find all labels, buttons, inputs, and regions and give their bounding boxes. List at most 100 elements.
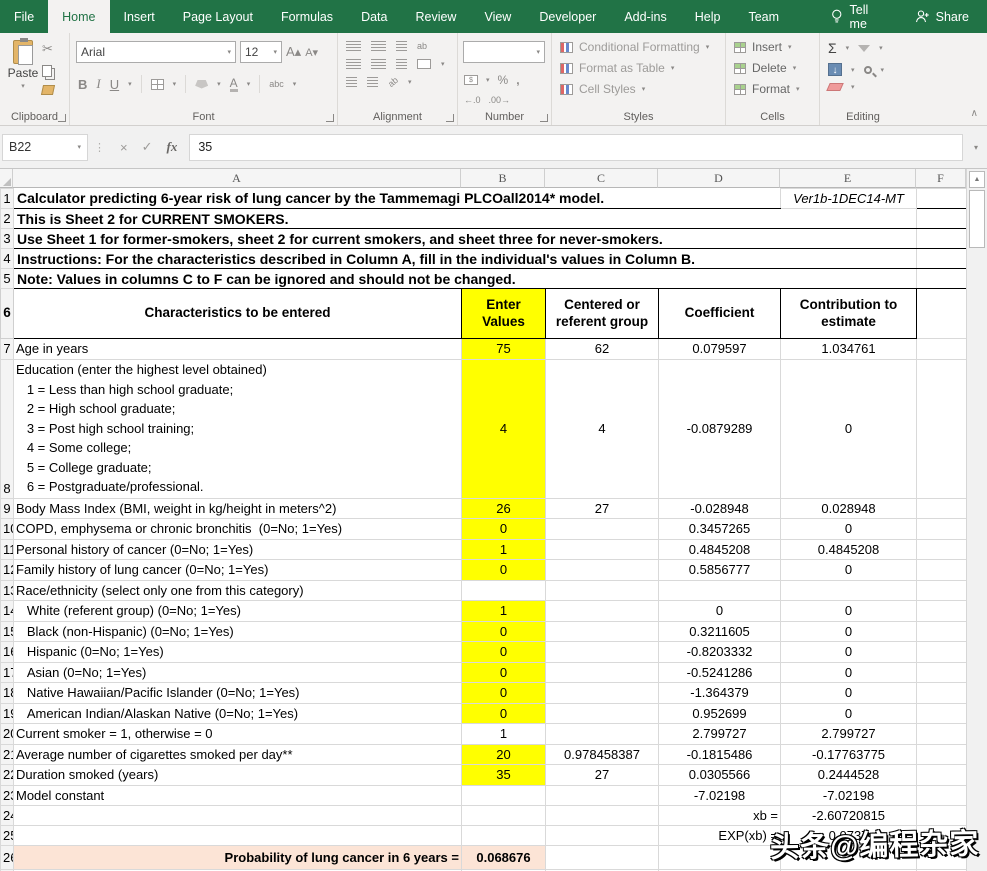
cell-coefficient[interactable]: 0.952699 (657, 702, 782, 724)
header-characteristics[interactable]: Characteristics to be entered (13, 288, 462, 339)
ribbon-tab[interactable]: Team (734, 0, 793, 33)
cell-characteristic[interactable]: White (referent group) (0=No; 1=Yes) (13, 600, 462, 622)
cell-contribution[interactable]: 0 (780, 702, 918, 724)
cell-enter-value[interactable] (461, 579, 546, 601)
cell-empty[interactable] (916, 559, 968, 581)
font-size-combo[interactable]: 12 ▾ (240, 41, 282, 63)
cell-characteristic[interactable]: Education (enter the highest level obtai… (13, 358, 462, 499)
header-contribution[interactable]: Contribution to estimate (780, 288, 918, 339)
cell-probability-label[interactable]: Probability of lung cancer in 6 years = (13, 845, 462, 870)
cell-empty[interactable] (916, 682, 968, 704)
cell-characteristic[interactable]: Hispanic (0=No; 1=Yes) (13, 641, 462, 663)
cut-icon[interactable]: ✂ (42, 41, 54, 57)
row-number[interactable]: 8 (0, 358, 14, 499)
cell-centered-group[interactable] (545, 579, 659, 601)
cell-centered-group[interactable]: 62 (545, 338, 659, 360)
column-header-c[interactable]: C (545, 169, 658, 188)
align-right-icon[interactable] (396, 59, 407, 69)
cell-characteristic[interactable]: Personal history of cancer (0=No; 1=Yes) (13, 538, 462, 560)
sort-filter-dropdown-arrow[interactable]: ▾ (879, 44, 883, 52)
ribbon-tab[interactable]: Data (347, 0, 401, 33)
cell-contribution[interactable]: 0 (780, 661, 918, 683)
cell-enter-value[interactable]: 1 (461, 600, 546, 622)
cell-contribution[interactable]: -7.02198 (780, 784, 918, 806)
formula-input[interactable]: 35 (189, 133, 963, 161)
cell-coefficient[interactable]: 0.3211605 (657, 620, 782, 642)
row-number[interactable]: 2 (0, 208, 14, 229)
paste-button[interactable]: Paste ▾ (5, 38, 41, 108)
cell-enter-value[interactable]: 0 (461, 620, 546, 642)
cell-note[interactable]: This is Sheet 2 for CURRENT SMOKERS. (13, 208, 917, 229)
cell-characteristic[interactable]: Family history of lung cancer (0=No; 1=Y… (13, 559, 462, 581)
cell-coefficient[interactable]: 0.3457265 (657, 518, 782, 540)
cells-menu-item[interactable]: Format ▾ (734, 82, 800, 96)
column-header-e[interactable]: E (780, 169, 916, 188)
cell-enter-value[interactable]: 0 (461, 559, 546, 581)
cell-contribution[interactable] (780, 579, 918, 601)
cell-empty[interactable] (916, 188, 968, 209)
cell-contribution[interactable]: 0 (780, 620, 918, 642)
cell-empty[interactable] (916, 338, 968, 360)
share-button[interactable]: Share (897, 0, 987, 33)
cell-centered-group[interactable] (545, 600, 659, 622)
cell-contribution[interactable]: 0.028948 (780, 497, 918, 519)
decrease-indent-icon[interactable] (346, 77, 357, 87)
orientation-dropdown-arrow[interactable]: ▾ (408, 78, 412, 86)
underline-button[interactable]: U (110, 77, 119, 92)
row-number[interactable]: 23 (0, 784, 14, 806)
cell-note[interactable]: Instructions: For the characteristics de… (13, 248, 917, 269)
ribbon-tab[interactable]: Insert (110, 0, 169, 33)
cell-exp-label[interactable]: EXP(xb) = (657, 825, 782, 846)
top-align-icon[interactable] (346, 41, 361, 51)
header-coefficient[interactable]: Coefficient (657, 288, 782, 339)
borders-icon[interactable] (150, 78, 164, 90)
insert-function-icon[interactable]: fx (167, 139, 178, 155)
cell-empty[interactable] (545, 845, 659, 870)
clear-dropdown-arrow[interactable]: ▾ (851, 83, 855, 91)
currency-dropdown-arrow[interactable]: ▾ (486, 76, 490, 84)
wrap-text-icon[interactable]: ab (417, 41, 427, 51)
row-number[interactable]: 22 (0, 764, 14, 786)
cell-title[interactable]: Calculator predicting 6-year risk of lun… (13, 188, 781, 209)
cell-empty[interactable] (916, 702, 968, 724)
cell-empty[interactable] (916, 358, 968, 499)
alignment-dialog-launcher[interactable] (446, 114, 454, 122)
borders-dropdown-arrow[interactable]: ▾ (173, 80, 177, 88)
cell-centered-group[interactable] (545, 518, 659, 540)
column-header-a[interactable]: A (13, 169, 461, 188)
comma-format-icon[interactable]: , (516, 73, 519, 87)
cell-contribution[interactable]: 0.4845208 (780, 538, 918, 560)
number-dialog-launcher[interactable] (540, 114, 548, 122)
cell-coefficient[interactable]: -7.02198 (657, 784, 782, 806)
cell-empty[interactable] (916, 538, 968, 560)
cell-empty[interactable] (916, 641, 968, 663)
cell-centered-group[interactable] (545, 682, 659, 704)
cell-enter-value[interactable]: 0 (461, 661, 546, 683)
font-name-combo[interactable]: Arial ▾ (76, 41, 236, 63)
cell-characteristic[interactable]: Model constant (13, 784, 462, 806)
row-number[interactable]: 17 (0, 661, 14, 683)
fill-color-dropdown-arrow[interactable]: ▾ (217, 80, 221, 88)
row-number[interactable]: 5 (0, 268, 14, 289)
styles-menu-item[interactable]: Format as Table ▾ (560, 61, 709, 75)
cell-characteristic[interactable]: COPD, emphysema or chronic bronchitis (0… (13, 518, 462, 540)
cell-coefficient[interactable]: -0.0879289 (657, 358, 782, 499)
cell-coefficient[interactable]: 0.4845208 (657, 538, 782, 560)
cell-empty[interactable] (916, 208, 968, 229)
row-number[interactable]: 9 (0, 497, 14, 519)
cell-empty[interactable] (916, 288, 968, 339)
cell-centered-group[interactable]: 27 (545, 764, 659, 786)
merge-dropdown-arrow[interactable]: ▾ (441, 60, 445, 68)
ribbon-tab[interactable]: Page Layout (169, 0, 267, 33)
percent-format-icon[interactable]: % (498, 73, 509, 87)
increase-decimal-icon[interactable]: ←.0 (464, 95, 481, 105)
row-number[interactable]: 25 (0, 825, 14, 846)
align-left-icon[interactable] (346, 59, 361, 69)
copy-icon[interactable] (42, 65, 52, 77)
cell-centered-group[interactable] (545, 538, 659, 560)
clipboard-dialog-launcher[interactable] (58, 114, 66, 122)
vertical-scrollbar[interactable]: ▲ (966, 169, 987, 871)
cell-coefficient[interactable]: -0.1815486 (657, 743, 782, 765)
ribbon-tab[interactable]: Add-ins (610, 0, 680, 33)
cell-enter-value[interactable]: 4 (461, 358, 546, 499)
